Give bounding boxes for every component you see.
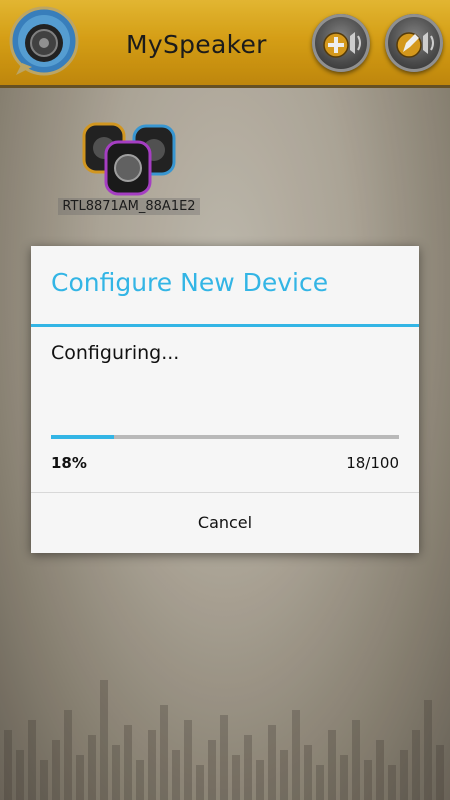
progress-percent: 18% [51,454,87,472]
progress-count: 18/100 [346,454,399,472]
dialog-message: Configuring... [51,342,180,364]
cancel-button[interactable]: Cancel [31,493,419,553]
dialog-title-divider [31,324,419,327]
progress-bar [51,435,399,439]
configure-device-dialog: Configure New Device Configuring... 18% … [31,246,419,553]
dialog-title: Configure New Device [51,268,329,297]
progress-bar-fill [51,435,114,439]
